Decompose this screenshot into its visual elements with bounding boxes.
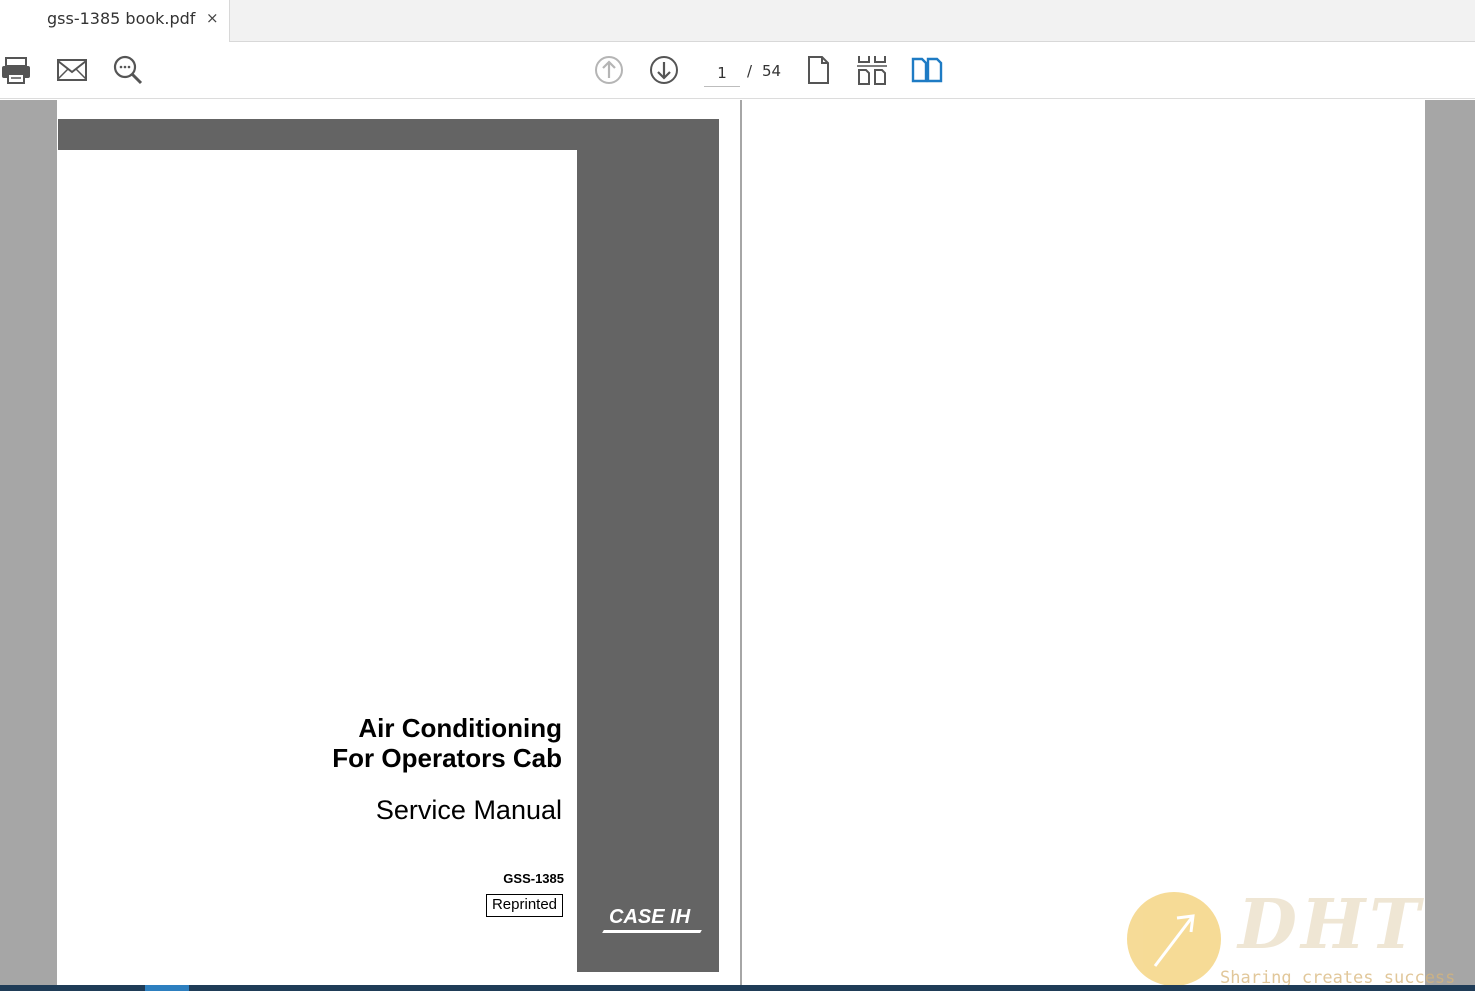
zoom-icon[interactable] [112,54,144,86]
page-number-input[interactable] [704,59,740,87]
reprinted-badge: Reprinted [486,894,563,917]
cover-title-line1: Air Conditioning [358,713,562,743]
mail-icon[interactable] [56,54,88,86]
next-page-icon[interactable] [648,54,680,86]
cover-band-right [577,119,719,972]
single-page-icon[interactable] [802,54,834,86]
pdf-page-1: Air Conditioning For Operators Cab Servi… [57,100,740,985]
watermark-logo: DHT [1238,885,1424,965]
watermark-tagline: Sharing creates success [1220,968,1456,985]
taskbar-strip [0,985,1475,991]
print-icon[interactable] [0,54,32,86]
page-total: 54 [762,62,782,80]
logo-underline [602,930,702,933]
document-viewer[interactable]: Air Conditioning For Operators Cab Servi… [0,100,1475,985]
cover-subtitle: Service Manual [375,795,562,825]
scroll-pages-icon[interactable] [856,54,888,86]
case-ih-logo: CASE IH [601,900,705,938]
document-tab[interactable]: gss-1385 book.pdf × [0,0,230,42]
cover-title-line2: For Operators Cab [332,743,562,773]
tab-close-button[interactable]: × [206,9,219,27]
watermark-circle [1127,892,1221,985]
tab-bar: gss-1385 book.pdf × [0,0,1475,42]
toolbar: / 54 [0,42,1475,99]
two-page-icon[interactable] [911,54,943,86]
page-separator: / [747,62,753,80]
previous-page-icon[interactable] [593,54,625,86]
tab-title: gss-1385 book.pdf [47,9,196,28]
logo-text: CASE IH [609,906,691,928]
pdf-page-2 [742,100,1425,985]
taskbar-accent [145,985,189,991]
document-number: GSS-1385 [503,871,564,886]
